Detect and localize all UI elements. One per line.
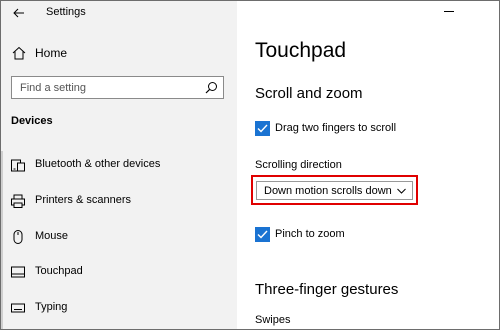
sidebar-item-label: Typing [35,301,68,313]
search-box[interactable] [11,76,224,99]
chevron-down-icon [397,188,406,194]
scrolling-direction-label: Scrolling direction [255,159,342,171]
navigation-pane: Settings Home Devices Bluetooth & other … [1,1,237,329]
printer-icon [11,194,25,208]
sidebar-item-typing[interactable]: Typing [1,294,237,322]
home-label: Home [35,46,68,60]
drag-two-fingers-label: Drag two fingers to scroll [275,122,397,134]
checkbox-checked[interactable] [255,121,270,136]
three-finger-heading: Three-finger gestures [255,281,399,298]
sidebar-item-label: Bluetooth & other devices [35,158,161,170]
search-icon[interactable] [205,81,218,94]
pinch-to-zoom-checkbox[interactable]: Pinch to zoom [255,226,455,244]
minimize-button[interactable] [444,11,454,12]
sidebar-item-printers[interactable]: Printers & scanners [1,187,237,215]
settings-window: Settings Home Devices Bluetooth & other … [0,0,500,330]
devices-section-label: Devices [11,115,53,127]
back-button[interactable] [9,3,29,23]
content-pane: Touchpad Scroll and zoom Drag two finger… [237,1,499,329]
mouse-icon [13,230,23,244]
sidebar-item-touchpad[interactable]: Touchpad [1,258,237,286]
sidebar-item-label: Printers & scanners [35,194,131,206]
home-icon [12,46,26,60]
sidebar-item-label: Mouse [35,230,69,242]
highlight-box: Down motion scrolls down [251,175,418,205]
checkmark-icon [257,230,268,239]
page-title: Touchpad [255,39,347,62]
back-arrow-icon [13,8,24,18]
sidebar-item-mouse[interactable]: Mouse [1,223,237,251]
touchpad-icon [11,266,25,278]
pinch-to-zoom-label: Pinch to zoom [275,228,345,240]
title-bar: Settings [1,1,237,25]
app-title: Settings [46,6,86,18]
sidebar-item-bluetooth[interactable]: Bluetooth & other devices [1,151,237,179]
search-input[interactable] [12,77,202,98]
swipes-label: Swipes [255,314,291,326]
sidebar-item-label: Touchpad [35,265,83,277]
home-nav-item[interactable]: Home [1,41,237,65]
keyboard-icon [11,303,25,313]
bluetooth-devices-icon [11,159,25,172]
checkbox-checked[interactable] [255,227,270,242]
scrolling-direction-dropdown[interactable]: Down motion scrolls down [256,181,413,200]
drag-two-fingers-checkbox[interactable]: Drag two fingers to scroll [255,120,455,138]
checkmark-icon [257,124,268,133]
scroll-zoom-heading: Scroll and zoom [255,85,363,102]
dropdown-value: Down motion scrolls down [264,185,392,197]
